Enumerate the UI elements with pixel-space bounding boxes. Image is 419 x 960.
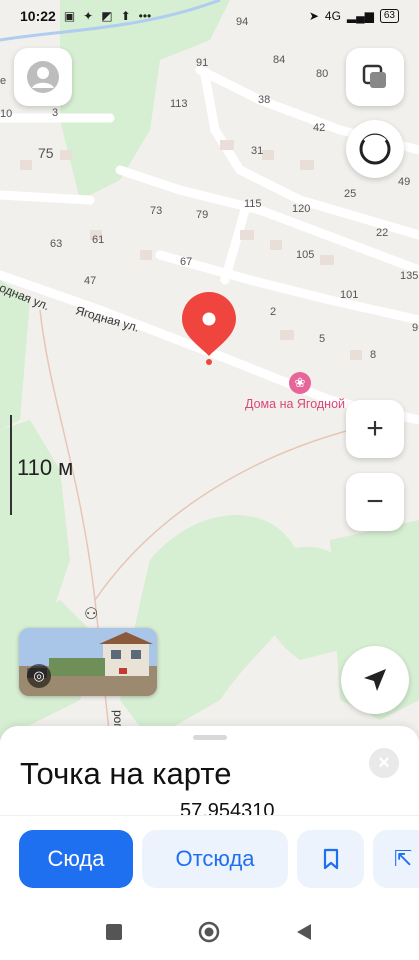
location-pin-icon[interactable] [180, 290, 238, 366]
house-number: 42 [313, 122, 326, 134]
close-button[interactable]: × [369, 748, 399, 778]
house-number: 135 [400, 270, 419, 282]
photo-icon: ◩ [101, 9, 113, 23]
panorama-icon: ◎ [27, 664, 51, 688]
location-arrow-icon: ➤ [308, 9, 319, 23]
house-number: 79 [196, 209, 209, 221]
house-number: 61 [92, 234, 105, 246]
square-icon [106, 924, 122, 940]
status-bar: 10:22 ▣ ✦ ◩ ⬆ ••• ➤ 4G ▂▄▆ 63 [0, 0, 419, 32]
scale-bar [10, 415, 12, 515]
house-number: 31 [251, 145, 264, 157]
my-location-button[interactable] [341, 646, 409, 714]
poi-label[interactable]: Дома на Ягодной [245, 397, 345, 411]
system-navbar [0, 905, 419, 960]
share-button[interactable]: ⇱ [373, 830, 419, 888]
house-number: 115 [244, 198, 262, 210]
house-number: 10 [0, 108, 13, 120]
bookmark-button[interactable] [297, 830, 364, 888]
house-number: 75 [38, 145, 54, 161]
sheet-grabber[interactable] [193, 735, 227, 740]
house-number: 49 [398, 176, 411, 188]
house-number: 47 [84, 275, 97, 287]
street-view-thumbnail[interactable]: ◎ [19, 628, 157, 696]
home-circle-icon [198, 921, 220, 943]
house-number: 120 [292, 203, 311, 215]
house-number: 5 [319, 333, 326, 345]
nfc-icon: ▣ [63, 9, 76, 23]
network-type: 4G [324, 9, 341, 23]
house-number: 3 [52, 107, 59, 119]
house-number: 84 [273, 54, 286, 66]
upload-icon: ⬆ [120, 9, 131, 23]
place-title: Точка на карте [20, 756, 232, 791]
zoom-out-button[interactable]: − [346, 473, 404, 531]
house-number: 73 [150, 205, 163, 217]
avatar-icon [27, 61, 59, 93]
house-number: 25 [344, 188, 357, 200]
house-number: 8 [370, 349, 377, 361]
route-here-button[interactable]: Сюда [19, 830, 133, 888]
navigation-arrow-icon [364, 669, 386, 691]
home-button[interactable] [198, 921, 220, 943]
route-from-button[interactable]: Отсюда [142, 830, 288, 888]
coordinates: 57.954310 [180, 800, 275, 816]
plus-icon: + [366, 412, 384, 445]
house-number: 67 [180, 256, 193, 268]
house-number: 9 [412, 322, 419, 334]
layers-button[interactable] [346, 48, 404, 106]
action-bar: Сюда Отсюда ⇱ [0, 815, 419, 905]
close-icon: × [378, 751, 390, 774]
battery-level: 63 [379, 9, 399, 23]
map-view[interactable]: 94 91 84 80 113 38 42 31 49 25 22 115 12… [0, 0, 419, 740]
house-number: 38 [258, 94, 271, 106]
share-icon: ⇱ [393, 846, 413, 871]
lotus-icon[interactable]: ❀ [289, 372, 311, 394]
back-triangle-icon [297, 924, 311, 940]
house-number: 80 [316, 68, 329, 80]
house-number: 63 [50, 238, 63, 250]
profile-button[interactable] [14, 48, 72, 106]
dropbox-icon: ✦ [83, 9, 94, 23]
compass-button[interactable] [346, 120, 404, 178]
back-button[interactable] [293, 921, 315, 943]
bookmark-icon [323, 848, 338, 870]
house-number: 22 [376, 227, 389, 239]
binoculars-icon[interactable]: ⚇ [84, 604, 98, 624]
recents-button[interactable] [103, 921, 125, 943]
zoom-in-button[interactable]: + [346, 400, 404, 458]
house-number: 2 [270, 306, 277, 318]
layers-icon [362, 64, 386, 88]
house-number: e [0, 75, 7, 87]
status-time: 10:22 [20, 8, 56, 24]
house-number: 101 [340, 289, 359, 301]
minus-icon: − [366, 485, 384, 518]
house-number: 91 [196, 57, 209, 69]
scale-label: 110 м [17, 455, 74, 480]
more-notifications: ••• [138, 9, 152, 23]
compass-icon [359, 133, 391, 165]
signal-icon: ▂▄▆ [346, 9, 374, 23]
house-number: 113 [170, 98, 188, 110]
house-number: 105 [296, 249, 315, 261]
